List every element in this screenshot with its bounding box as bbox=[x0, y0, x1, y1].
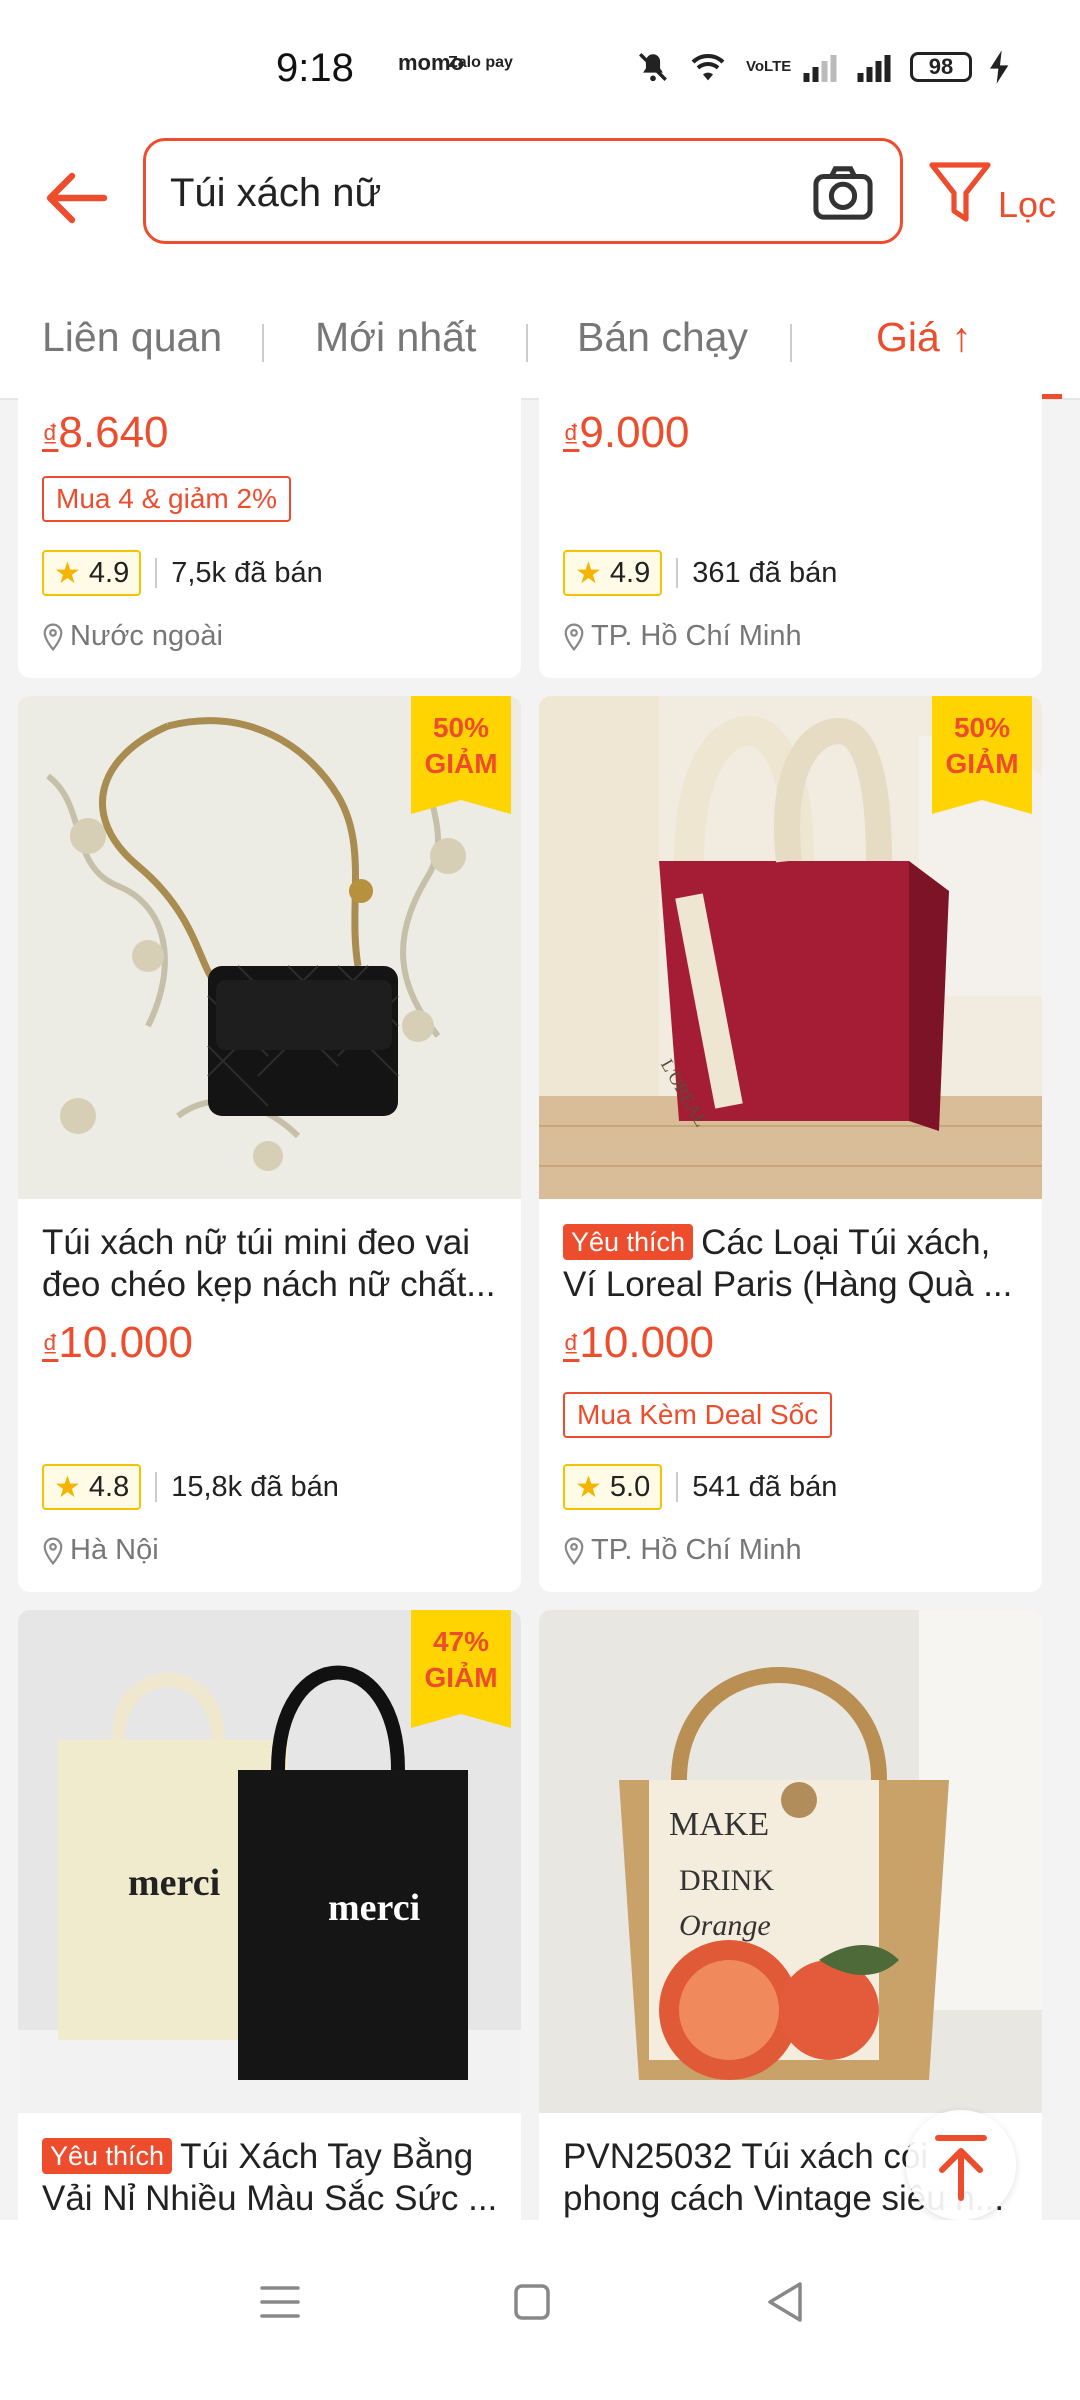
status-icons: VoLTE 98 bbox=[636, 50, 1010, 84]
star-icon: ★ bbox=[575, 1470, 602, 1504]
svg-text:merci: merci bbox=[128, 1862, 220, 1904]
zalopay-icon: Zalo pay bbox=[448, 54, 513, 71]
system-nav-bar bbox=[0, 2220, 1080, 2400]
product-title: Yêu thích Các Loại Túi xách, Ví Loreal Pa… bbox=[563, 1223, 1013, 1304]
scroll-to-top-button[interactable] bbox=[906, 2110, 1016, 2220]
camera-icon[interactable] bbox=[812, 163, 874, 221]
product-title: Túi xách nữ túi mini đeo vai đeo chéo kẹ… bbox=[42, 1223, 496, 1304]
search-header: Túi xách nữ Lọc bbox=[0, 130, 1080, 270]
favorite-tag: Yêu thích bbox=[42, 2138, 173, 2174]
product-card-4[interactable]: L'OREAL 50% GIẢM Yêu thích Các Loại Túi xá… bbox=[539, 696, 1042, 1592]
svg-text:DRINK: DRINK bbox=[679, 1864, 774, 1897]
product-price: ₫8.640 bbox=[42, 408, 169, 457]
svg-text:Orange: Orange bbox=[679, 1909, 771, 1942]
promo-tag: Mua Kèm Deal Sốc bbox=[563, 1392, 833, 1438]
svg-text:merci: merci bbox=[328, 1887, 420, 1929]
rating-value: 5.0 bbox=[609, 1470, 651, 1503]
product-price: ₫9.000 bbox=[563, 408, 690, 457]
screen: 9:18 momo Zalo pay VoLTE 98 Túi xách nữ bbox=[0, 0, 1080, 2400]
location-pin-icon bbox=[43, 1537, 63, 1565]
favorite-tag: Yêu thích bbox=[563, 1224, 694, 1260]
product-image: MAKE DRINK Orange bbox=[539, 1610, 1042, 2113]
product-title: Yêu thích Túi Xách Tay Bằng Vải Nỉ Nhiều … bbox=[42, 2137, 498, 2218]
product-card-3[interactable]: 50% GIẢM Túi xách nữ túi mini đeo vai đeo… bbox=[18, 696, 521, 1592]
star-icon: ★ bbox=[54, 1470, 81, 1504]
promo-tag: Mua 4 & giảm 2% bbox=[42, 476, 291, 522]
volte-label: VoLTE bbox=[746, 58, 792, 75]
vintage-rattan-bag-image: MAKE DRINK Orange bbox=[539, 1610, 1042, 2113]
home-icon[interactable] bbox=[512, 2282, 552, 2322]
product-location: Hà Nội bbox=[42, 1534, 159, 1567]
product-rating: ★ 5.0 541 đã bán bbox=[563, 1464, 837, 1510]
tab-best-selling[interactable]: Bán chạy bbox=[577, 314, 748, 361]
rating-value: 4.9 bbox=[609, 556, 651, 589]
sold-count: 541 đã bán bbox=[692, 1470, 838, 1503]
sold-count: 361 đã bán bbox=[692, 556, 838, 589]
star-icon: ★ bbox=[575, 556, 602, 590]
tab-divider bbox=[790, 324, 792, 362]
product-price: ₫10.000 bbox=[563, 1318, 714, 1367]
product-rating: ★ 4.9 7,5k đã bán bbox=[42, 550, 323, 596]
signal-icon-2 bbox=[857, 55, 891, 82]
wifi-icon bbox=[691, 54, 725, 81]
rating-badge: ★ 4.8 bbox=[42, 1464, 142, 1510]
rating-value: 4.8 bbox=[88, 1470, 130, 1503]
sold-count: 15,8k đã bán bbox=[171, 1470, 339, 1503]
product-location: TP. Hồ Chí Minh bbox=[563, 1534, 802, 1567]
status-bar: 9:18 momo Zalo pay VoLTE 98 bbox=[0, 0, 1080, 130]
product-price: ₫10.000 bbox=[42, 1318, 193, 1367]
arrow-up-icon bbox=[935, 2135, 987, 2201]
product-image: 50% GIẢM bbox=[18, 696, 521, 1199]
back-arrow-icon[interactable] bbox=[36, 158, 116, 238]
product-location: Nước ngoài bbox=[42, 620, 223, 653]
discount-badge: 50% GIẢM bbox=[411, 696, 511, 814]
tab-newest[interactable]: Mới nhất bbox=[315, 314, 476, 361]
product-image: merci merci 47% GIẢM bbox=[18, 1610, 521, 2113]
product-image: L'OREAL 50% GIẢM bbox=[539, 696, 1042, 1199]
product-rating: ★ 4.9 361 đã bán bbox=[563, 550, 837, 596]
tab-divider bbox=[526, 324, 528, 362]
product-rating: ★ 4.8 15,8k đã bán bbox=[42, 1464, 339, 1510]
location-pin-icon bbox=[564, 623, 584, 651]
product-card-1[interactable]: ₫8.640 Mua 4 & giảm 2% ★ 4.9 7,5k đã bán… bbox=[18, 392, 521, 678]
product-card-5[interactable]: merci merci 47% GIẢM Yêu thích Túi Xách Ta… bbox=[18, 1610, 521, 2260]
sold-count: 7,5k đã bán bbox=[171, 556, 323, 589]
filter-funnel-icon bbox=[929, 162, 991, 222]
rating-value: 4.9 bbox=[88, 556, 130, 589]
search-query-text: Túi xách nữ bbox=[170, 171, 382, 215]
filter-label: Lọc bbox=[998, 184, 1057, 225]
star-icon: ★ bbox=[54, 556, 81, 590]
location-pin-icon bbox=[43, 623, 63, 651]
location-pin-icon bbox=[564, 1537, 584, 1565]
rating-badge: ★ 4.9 bbox=[42, 550, 142, 596]
back-icon[interactable] bbox=[764, 2280, 806, 2324]
svg-text:MAKE: MAKE bbox=[669, 1806, 769, 1843]
discount-badge: 50% GIẢM bbox=[932, 696, 1032, 814]
tab-relevance[interactable]: Liên quan bbox=[42, 314, 222, 361]
search-input[interactable]: Túi xách nữ bbox=[143, 138, 903, 244]
rating-badge: ★ 4.9 bbox=[563, 550, 663, 596]
charging-icon bbox=[990, 50, 1009, 84]
product-card-2[interactable]: ₫9.000 ★ 4.9 361 đã bán TP. Hồ Chí Minh bbox=[539, 392, 1042, 678]
status-time: 9:18 bbox=[276, 46, 354, 90]
discount-badge: 47% GIẢM bbox=[411, 1610, 511, 1728]
signal-icon-1 bbox=[803, 55, 837, 82]
sort-tabs: Liên quan Mới nhất Bán chạy Giá ↑ bbox=[0, 270, 1080, 400]
battery-indicator: 98 bbox=[910, 52, 972, 82]
menu-icon[interactable] bbox=[258, 2282, 302, 2322]
tab-divider bbox=[262, 324, 264, 362]
tab-price[interactable]: Giá ↑ bbox=[876, 314, 972, 361]
rating-badge: ★ 5.0 bbox=[563, 1464, 663, 1510]
mute-icon bbox=[639, 53, 667, 82]
product-location: TP. Hồ Chí Minh bbox=[563, 620, 802, 653]
filter-button[interactable]: Lọc bbox=[928, 154, 1068, 234]
